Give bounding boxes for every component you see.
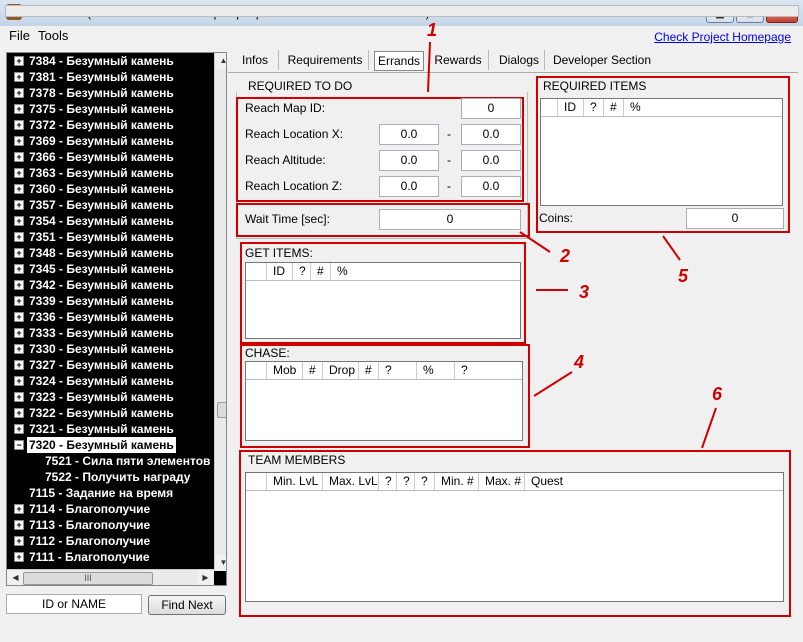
annotation-label-1: 1	[427, 20, 438, 40]
annotation-label-5: 5	[678, 266, 689, 286]
annotation-label-3: 3	[579, 282, 590, 302]
annotation-label-2: 2	[560, 246, 571, 266]
annotation-label-4: 4	[574, 352, 585, 372]
status-bar	[0, 620, 803, 642]
annotation-lines	[427, 41, 717, 449]
annotation-label-6: 6	[712, 384, 723, 404]
status-bar-panel	[5, 5, 799, 17]
